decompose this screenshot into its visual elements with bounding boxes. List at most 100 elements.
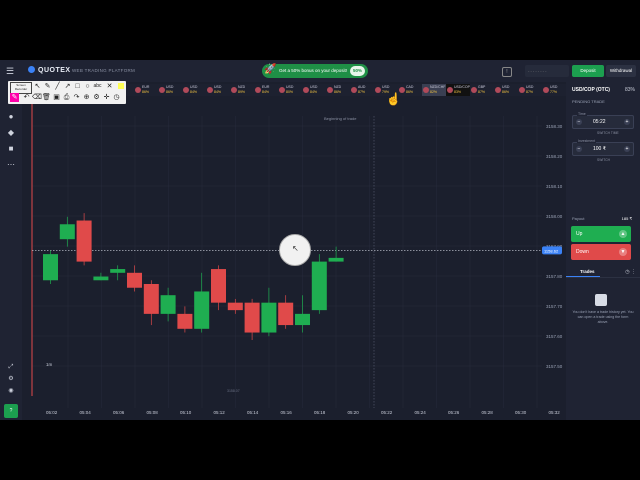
asset-tab-name: NZD <box>334 85 342 89</box>
up-button[interactable]: Up ▲ <box>571 226 631 242</box>
flag-icon <box>159 87 165 93</box>
candle <box>43 254 58 281</box>
asset-tab-name: NZD/CHF <box>430 85 446 89</box>
asset-tab-name: USD <box>214 85 222 89</box>
candle <box>93 276 109 281</box>
asset-tab[interactable]: AUD 87% <box>350 84 374 96</box>
asset-tab-percent: 87% <box>478 90 486 94</box>
asset-tab[interactable]: CAD 86% <box>398 84 422 96</box>
asset-tab[interactable]: USD 86% <box>494 84 518 96</box>
asset-tab[interactable]: USD 84% <box>302 84 326 96</box>
pending-trade-toggle[interactable]: PENDING TRADE <box>572 99 605 104</box>
tab-trades[interactable]: Trades <box>580 269 595 274</box>
asset-tab[interactable]: NZD/CHF 82% <box>422 84 446 96</box>
asset-tab[interactable]: USD 84% <box>182 84 206 96</box>
asset-tab[interactable]: EUR 84% <box>254 84 278 96</box>
save-icon[interactable]: ⎙ <box>62 93 71 102</box>
chat-icon[interactable]: ■ <box>6 144 16 154</box>
asset-tab-name: EUR <box>142 85 150 89</box>
y-tick-label: 3157.80 <box>546 274 563 279</box>
rectangle-icon[interactable]: □ <box>73 82 82 91</box>
asset-tab[interactable]: USD 86% <box>158 84 182 96</box>
platform-label: WEB TRADING PLATFORM <box>72 68 136 73</box>
candle <box>76 220 92 262</box>
timer-icon[interactable]: ◷ <box>112 93 121 102</box>
investment-increase-button[interactable]: + <box>624 146 630 152</box>
asset-tab-name: NZD <box>238 85 246 89</box>
asset-tab-percent: 84% <box>190 90 198 94</box>
candle <box>160 295 176 314</box>
help-button[interactable]: ? <box>4 404 18 418</box>
color-swatch-yellow[interactable] <box>118 83 124 89</box>
flag-icon <box>207 87 213 93</box>
asset-tab-percent: 84% <box>262 90 270 94</box>
delete-icon[interactable]: 🗑 <box>42 93 51 102</box>
asset-tab-percent: 87% <box>358 90 366 94</box>
switch-link[interactable]: SWITCH <box>597 158 610 162</box>
investment-field[interactable]: Investment − 100 ₹ + SWITCH <box>572 139 634 162</box>
asset-tab[interactable]: NZD 86% <box>326 84 350 96</box>
user-icon[interactable]: ● <box>6 112 16 122</box>
camera-icon[interactable]: ▣ <box>52 93 61 102</box>
asset-tab-percent: 84% <box>310 90 318 94</box>
asset-tab[interactable]: USD 87% <box>518 84 542 96</box>
text-icon[interactable]: abc <box>93 82 102 91</box>
highlight-icon[interactable]: ✎ <box>10 93 19 102</box>
deposit-button[interactable]: Deposit <box>572 65 604 77</box>
arrow-icon[interactable]: ↗ <box>63 82 72 91</box>
bonus-banner[interactable]: 🚀 Get a 50% bonus on your deposit! 50% <box>262 64 368 78</box>
asset-tab-name: AUD <box>358 85 366 89</box>
close-icon[interactable]: ✕ <box>105 82 114 91</box>
candle <box>194 291 210 329</box>
asset-tab[interactable]: EUR 86% <box>134 84 158 96</box>
notification-icon[interactable]: ! <box>502 67 512 77</box>
investment-value: 100 ₹ <box>593 146 606 152</box>
x-tick-label: 05:32 <box>549 410 561 415</box>
pointer-icon[interactable]: ↖ <box>33 82 42 91</box>
gear-icon[interactable]: ⚙ <box>92 93 101 102</box>
history-icon[interactable]: ◷ ⋮ <box>625 269 636 275</box>
asset-tab[interactable]: USD 77% <box>542 84 566 96</box>
time-decrease-button[interactable]: − <box>576 119 582 125</box>
bonus-percent: 50% <box>349 66 365 76</box>
asset-tab-name: USD <box>526 85 534 89</box>
menu-icon[interactable]: ☰ <box>6 66 14 77</box>
account-selector[interactable]: - - - - - - - - <box>525 65 569 77</box>
brand-logo[interactable]: QUOTEX <box>28 66 71 74</box>
undo-icon[interactable]: ↶ <box>22 93 31 102</box>
candle <box>328 257 344 262</box>
more-icon[interactable]: ⋯ <box>6 160 16 170</box>
asset-tab[interactable]: USD 84% <box>206 84 230 96</box>
time-increase-button[interactable]: + <box>624 119 630 125</box>
asset-tab[interactable]: GBP 87% <box>470 84 494 96</box>
crosshair-icon[interactable]: ✛ <box>102 93 111 102</box>
line-icon[interactable]: ╱ <box>53 82 62 91</box>
support-icon[interactable]: ◉ <box>6 386 16 396</box>
trophy-icon[interactable]: ◆ <box>6 128 16 138</box>
down-button[interactable]: Down ▼ <box>571 244 631 260</box>
flag-icon <box>423 87 429 93</box>
candle <box>227 302 243 311</box>
circle-icon[interactable]: ○ <box>83 82 92 91</box>
time-value: 05:22 <box>593 119 606 125</box>
zoom-icon[interactable]: ⊕ <box>82 93 91 102</box>
settings-icon[interactable]: ⚙ <box>6 374 16 384</box>
x-tick-label: 05:02 <box>46 410 58 415</box>
redo-icon[interactable]: ↷ <box>72 93 81 102</box>
asset-tab[interactable]: USD/COP 83% <box>446 84 470 96</box>
asset-tab[interactable]: USD 80% <box>278 84 302 96</box>
fullscreen-icon[interactable]: ⤢ <box>6 362 16 372</box>
rocket-icon: 🚀 <box>264 64 277 75</box>
x-tick-label: 05:14 <box>247 410 259 415</box>
withdraw-button[interactable]: Withdrawal <box>606 65 636 77</box>
time-field[interactable]: Time − 05:22 + SWITCH TIME <box>572 112 634 135</box>
candle <box>261 302 277 333</box>
switch-time-link[interactable]: SWITCH TIME <box>597 131 619 135</box>
investment-decrease-button[interactable]: − <box>576 146 582 152</box>
y-tick-label: 3158.20 <box>546 154 563 159</box>
pair-title[interactable]: USD/COP (OTC) <box>572 87 610 93</box>
eraser-icon[interactable]: ⌫ <box>32 93 42 102</box>
pen-icon[interactable]: ✎ <box>43 82 52 91</box>
asset-tab[interactable]: NZD 89% <box>230 84 254 96</box>
flag-icon <box>519 87 525 93</box>
